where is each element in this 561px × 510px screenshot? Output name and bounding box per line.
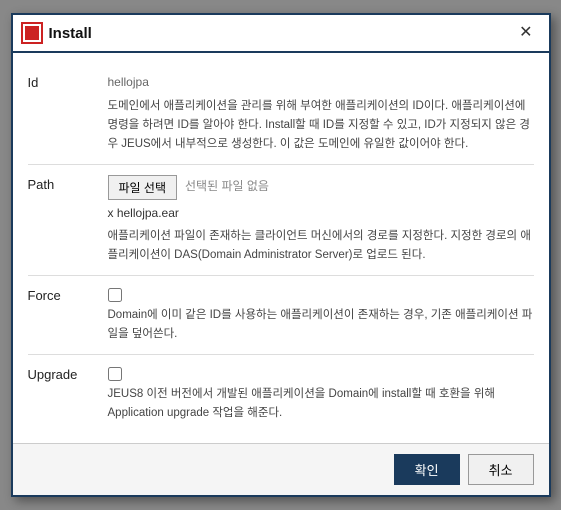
confirm-button[interactable]: 확인 — [394, 454, 460, 485]
path-content: 파일 선택 선택된 파일 없음 x hellojpa.ear 애플리케이션 파일… — [108, 175, 534, 265]
file-selected: x hellojpa.ear — [108, 204, 534, 223]
path-label: Path — [28, 175, 108, 265]
file-placeholder: 선택된 파일 없음 — [185, 177, 269, 196]
dialog-title: Install — [49, 25, 92, 42]
upgrade-label: Upgrade — [28, 365, 108, 423]
file-select-button[interactable]: 파일 선택 — [108, 175, 178, 200]
force-checkbox-row — [108, 286, 534, 302]
id-content: hellojpa 도메인에서 애플리케이션을 관리를 위해 부여한 애플리케이션… — [108, 73, 534, 153]
id-field-row: Id hellojpa 도메인에서 애플리케이션을 관리를 위해 부여한 애플리… — [28, 63, 534, 164]
file-row: 파일 선택 선택된 파일 없음 — [108, 175, 534, 200]
force-content: Domain에 이미 같은 ID를 사용하는 애플리케이션이 존재하는 경우, … — [108, 286, 534, 344]
title-area: Install — [23, 24, 92, 42]
cancel-button[interactable]: 취소 — [468, 454, 534, 485]
upgrade-checkbox-row — [108, 365, 534, 381]
path-field-row: Path 파일 선택 선택된 파일 없음 x hellojpa.ear 애플리케… — [28, 165, 534, 276]
id-description: 도메인에서 애플리케이션을 관리를 위해 부여한 애플리케이션의 ID이다. 애… — [108, 97, 534, 154]
dialog-footer: 확인 취소 — [13, 443, 549, 495]
upgrade-field-row: Upgrade JEUS8 이전 버전에서 개발된 애플리케이션을 Domain… — [28, 355, 534, 433]
path-description: 애플리케이션 파일이 존재하는 클라이언트 머신에서의 경로를 지정한다. 지정… — [108, 227, 534, 265]
force-label: Force — [28, 286, 108, 344]
id-label: Id — [28, 73, 108, 153]
upgrade-description: JEUS8 이전 버전에서 개발된 애플리케이션을 Domain에 instal… — [108, 385, 534, 423]
dialog-icon — [23, 24, 41, 42]
force-description: Domain에 이미 같은 ID를 사용하는 애플리케이션이 존재하는 경우, … — [108, 306, 534, 344]
upgrade-checkbox[interactable] — [108, 367, 122, 381]
install-dialog: Install ✕ Id hellojpa 도메인에서 애플리케이션을 관리를 … — [11, 13, 551, 496]
dialog-content: Id hellojpa 도메인에서 애플리케이션을 관리를 위해 부여한 애플리… — [13, 53, 549, 442]
upgrade-content: JEUS8 이전 버전에서 개발된 애플리케이션을 Domain에 instal… — [108, 365, 534, 423]
force-checkbox[interactable] — [108, 288, 122, 302]
id-value: hellojpa — [108, 73, 534, 92]
dialog-titlebar: Install ✕ — [13, 15, 549, 53]
close-button[interactable]: ✕ — [513, 23, 538, 43]
force-field-row: Force Domain에 이미 같은 ID를 사용하는 애플리케이션이 존재하… — [28, 276, 534, 355]
